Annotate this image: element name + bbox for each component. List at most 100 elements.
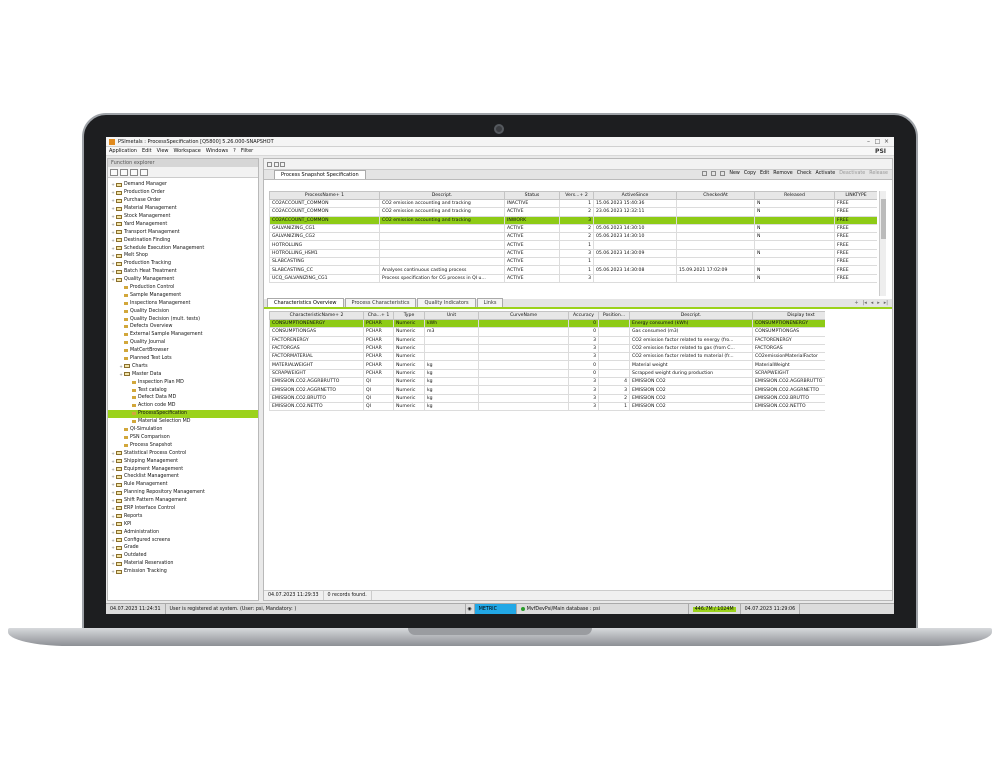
detail-tab[interactable]: Links xyxy=(476,298,504,307)
table-row[interactable]: CONSUMPTIONGAS PCHAR Numeric m3 0 Gas consume… xyxy=(269,327,825,337)
tree-item[interactable]: + Demand Manager xyxy=(108,181,258,189)
filter-icon[interactable] xyxy=(702,171,708,176)
tree-item[interactable]: + Batch Heat Treatment xyxy=(108,268,258,276)
tree-item[interactable]: + Production Tracking xyxy=(108,260,258,268)
tree-item[interactable]: + Emission Tracking xyxy=(108,568,258,576)
column-header[interactable]: Position... xyxy=(598,311,630,320)
tab-process-snapshot-specification[interactable]: Process Snapshot Specification xyxy=(274,170,366,179)
remove-button[interactable]: Remove xyxy=(773,171,792,176)
table-row[interactable]: EMISSION.CO2.NETTO QI Numeric kg 3 1 EMISSION … xyxy=(269,401,825,412)
table-row[interactable]: UCQ_GALVANIZING_CG1 Process specification… xyxy=(269,273,877,283)
column-header[interactable]: ActiveSince xyxy=(593,191,677,200)
detail-tab[interactable]: Process Characteristics xyxy=(344,298,417,307)
tree-item[interactable]: QI-Simulation xyxy=(108,426,258,434)
table-row[interactable]: FACTORMATERIAL PCHAR Numeric 3 CO2 emission … xyxy=(269,352,825,362)
menu-help[interactable]: ? xyxy=(233,148,236,154)
back-icon[interactable] xyxy=(267,161,272,167)
print-icon[interactable] xyxy=(711,171,717,176)
column-header[interactable]: ProcessName+ 1 xyxy=(269,191,380,200)
table-row[interactable]: SLABCASTING ACTIVE 1 FREE xyxy=(269,257,877,267)
tree-item[interactable]: Production Control xyxy=(108,284,258,292)
tree-item[interactable]: + Purchase Order xyxy=(108,197,258,205)
column-header[interactable]: Accuracy xyxy=(568,311,599,320)
tree-item[interactable]: Material Selection MD xyxy=(108,418,258,426)
table-row[interactable]: CO2ACCOUNT_COMMON CO2 emission accounting… xyxy=(269,207,877,217)
tree-item[interactable]: Quality Decision xyxy=(108,307,258,315)
table-row[interactable]: GALVANIZING_CG1 ACTIVE 2 05.06.2023 14:30:1… xyxy=(269,223,877,234)
menu-edit[interactable]: Edit xyxy=(142,148,152,154)
column-header[interactable]: CurveName xyxy=(478,311,569,320)
table-row[interactable]: MATERIALWEIGHT PCHAR Numeric kg 0 Material we… xyxy=(269,360,825,370)
activate-button[interactable]: Activate xyxy=(816,171,836,176)
tree-item[interactable]: + Configured screens xyxy=(108,536,258,544)
tree-item[interactable]: + Shipping Management xyxy=(108,457,258,465)
collapse-all-icon[interactable] xyxy=(110,168,118,176)
tree-item[interactable]: + Outdated xyxy=(108,552,258,560)
column-header[interactable]: Status xyxy=(504,191,560,200)
tree-item[interactable]: + Destination Finding xyxy=(108,236,258,244)
table-row[interactable]: FACTORENERGY PCHAR Numeric 3 CO2 emission fa… xyxy=(269,335,825,345)
menu-view[interactable]: View xyxy=(157,148,169,154)
tree-item[interactable]: Process Snapshot xyxy=(108,441,258,449)
table-row[interactable]: SLABCASTING_CC Analyses continuous castin… xyxy=(269,265,877,275)
table-row[interactable]: CO2ACCOUNT_COMMON CO2 emission accounting… xyxy=(269,198,877,209)
column-header[interactable]: Type xyxy=(393,311,425,320)
tree-item[interactable]: + Stock Management xyxy=(108,213,258,221)
tree-item[interactable]: + Transport Management xyxy=(108,228,258,236)
tree-item[interactable]: + Rule Management xyxy=(108,481,258,489)
table-row[interactable]: CO2ACCOUNT_COMMON CO2 emission accounting… xyxy=(269,215,877,225)
tree-item[interactable]: + Quality Management xyxy=(108,276,258,284)
tree-item[interactable]: + Charts xyxy=(108,362,258,370)
new-button[interactable]: New xyxy=(729,171,739,176)
first-record-icon[interactable]: |◂ xyxy=(863,300,867,306)
minimize-button[interactable]: – xyxy=(864,138,873,145)
tree-item[interactable]: Defect Data MD xyxy=(108,394,258,402)
tree-item[interactable]: Inspection Plan MD xyxy=(108,378,258,386)
tree-item[interactable]: + Statistical Process Control xyxy=(108,449,258,457)
column-header[interactable]: Unit xyxy=(424,311,479,320)
open-icon[interactable] xyxy=(280,161,286,167)
table-row[interactable]: GALVANIZING_CG2 ACTIVE 2 05.06.2023 14:30:1… xyxy=(269,232,877,242)
table-row[interactable]: HOTROLLING_HSM1 ACTIVE 3 05.06.2023 14:30:0… xyxy=(269,248,877,259)
last-record-icon[interactable]: ▸| xyxy=(884,300,888,306)
menu-workspace[interactable]: Workspace xyxy=(174,148,201,154)
tree-item[interactable]: + Reports xyxy=(108,512,258,520)
tree-item[interactable]: + Equipment Management xyxy=(108,465,258,473)
tree-item[interactable]: Sample Management xyxy=(108,291,258,299)
tree-item[interactable]: Inspections Management xyxy=(108,299,258,307)
deactivate-button[interactable]: Deactivate xyxy=(839,171,865,176)
menu-windows[interactable]: Windows xyxy=(206,148,228,154)
menu-application[interactable]: Application xyxy=(109,148,137,154)
expand-all-icon[interactable] xyxy=(120,168,128,176)
tree-item[interactable]: + Schedule Execution Management xyxy=(108,244,258,252)
tree-item[interactable]: + Master Data xyxy=(108,370,258,378)
column-header[interactable]: Descript. xyxy=(379,191,505,200)
tree-item[interactable]: + Material Reservation xyxy=(108,560,258,568)
column-header[interactable]: Released xyxy=(754,191,835,200)
table-row[interactable]: SCRAPWEIGHT PCHAR Numeric kg 0 Scrapped weigh… xyxy=(269,368,825,379)
tree-item[interactable]: Quality Journal xyxy=(108,339,258,347)
column-header[interactable]: Vers...+ 2 xyxy=(559,191,594,200)
detail-tab[interactable]: Characteristics Overview xyxy=(267,298,344,307)
column-header[interactable]: CheckedAt xyxy=(676,191,755,200)
detail-tab[interactable]: Quality Indicators xyxy=(417,298,476,307)
tree-item[interactable]: MatCertBrowser xyxy=(108,347,258,355)
table-row[interactable]: CONSUMPTIONENERGY PCHAR Numeric kWh 0 Energy … xyxy=(269,318,825,329)
tree-item[interactable]: + KPI xyxy=(108,520,258,528)
spec-table-scrollbar[interactable] xyxy=(879,191,886,296)
table-row[interactable]: EMISSION.CO2.AGGRBRUTTO QI Numeric kg 3 4 EMIS… xyxy=(269,377,825,387)
tree-item[interactable]: + ERP Interface Control xyxy=(108,505,258,513)
tree-item[interactable]: Planned Test Lots xyxy=(108,355,258,363)
column-header[interactable]: Display text xyxy=(752,311,825,320)
refresh-icon[interactable] xyxy=(140,168,148,176)
table-row[interactable]: HOTROLLING ACTIVE 1 FREE xyxy=(269,240,877,250)
tree-item[interactable]: + Planning Repository Management xyxy=(108,489,258,497)
release-button[interactable]: Release xyxy=(869,171,888,176)
column-header[interactable]: Descript. xyxy=(629,311,753,320)
table-row[interactable]: EMISSION.CO2.BRUTTO QI Numeric kg 3 2 EMISSION… xyxy=(269,393,825,403)
add-icon[interactable]: + xyxy=(854,300,858,306)
column-header[interactable]: LINKTYPE xyxy=(834,191,877,200)
home-icon[interactable] xyxy=(130,168,138,176)
tree-item[interactable]: + Shift Pattern Management xyxy=(108,497,258,505)
check-button[interactable]: Check xyxy=(797,171,812,176)
